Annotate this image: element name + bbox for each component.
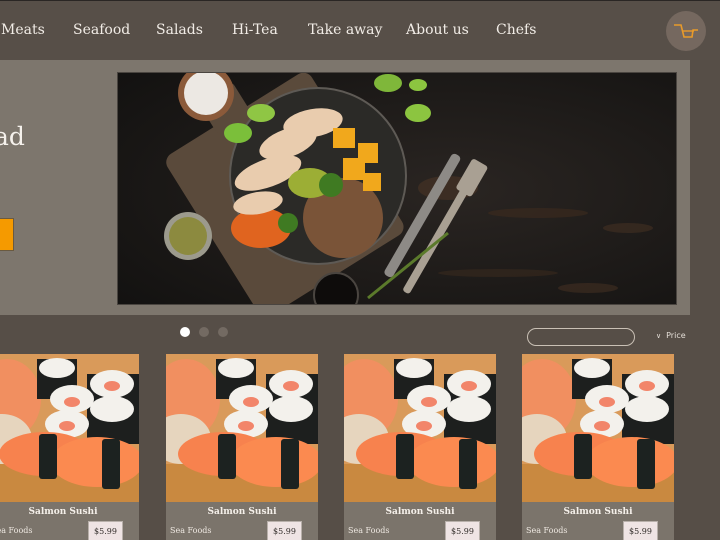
product-category: Sea Foods [170, 526, 212, 535]
product-card[interactable]: Salmon Sushi Sea Foods $5.99 [0, 354, 139, 540]
slider-dot-2[interactable] [199, 327, 209, 337]
product-name: Salmon Sushi [563, 507, 633, 517]
hero-cta-button[interactable] [0, 218, 14, 251]
product-name: Salmon Sushi [385, 507, 455, 517]
product-card[interactable]: Salmon Sushi Sea Foods $5.99 [166, 354, 318, 540]
nav-item-meats[interactable]: Meats [1, 22, 45, 38]
nav-item-about-us[interactable]: About us [406, 22, 469, 38]
nav-item-hi-tea[interactable]: Hi-Tea [232, 22, 278, 38]
nav-item-seafood[interactable]: Seafood [73, 22, 130, 38]
sort-label: Price [666, 331, 686, 340]
product-price-button[interactable]: $5.99 [445, 521, 480, 540]
hero-slider-dots [180, 327, 228, 337]
product-image[interactable] [522, 354, 674, 502]
shopping-cart-icon [674, 24, 698, 38]
product-name: Salmon Sushi [28, 507, 98, 517]
product-price-button[interactable]: $5.99 [88, 521, 123, 540]
product-card[interactable]: Salmon Sushi Sea Foods $5.99 [344, 354, 496, 540]
salmon-sushi-image [166, 354, 318, 502]
nav-item-chefs[interactable]: Chefs [496, 22, 536, 38]
slider-dot-3[interactable] [218, 327, 228, 337]
product-image[interactable] [344, 354, 496, 502]
salmon-sushi-image [344, 354, 496, 502]
product-name: Salmon Sushi [207, 507, 277, 517]
product-category: Sea Foods [526, 526, 568, 535]
product-category: Sea Foods [348, 526, 390, 535]
slider-dot-1[interactable] [180, 327, 190, 337]
product-category: Sea Foods [0, 526, 33, 535]
product-price-button[interactable]: $5.99 [623, 521, 658, 540]
chevron-down-icon: ∨ [656, 332, 662, 340]
nav-item-salads[interactable]: Salads [156, 22, 203, 38]
cart-button[interactable] [666, 11, 706, 51]
product-card[interactable]: Salmon Sushi Sea Foods $5.99 [522, 354, 674, 540]
product-price-button[interactable]: $5.99 [267, 521, 302, 540]
salad-bowl-illustration [118, 73, 676, 304]
top-nav-bar: Meats Seafood Salads Hi-Tea Take away Ab… [0, 0, 720, 60]
product-search-input[interactable] [527, 328, 635, 346]
hero-heading: ad [0, 122, 25, 151]
hero-banner: ad [0, 60, 690, 315]
sort-price-dropdown[interactable]: ∨ Price [656, 331, 686, 340]
salmon-sushi-image [0, 354, 139, 502]
nav-item-take-away[interactable]: Take away [308, 22, 382, 38]
product-image[interactable] [166, 354, 318, 502]
product-image[interactable] [0, 354, 139, 502]
hero-image [117, 72, 677, 305]
salmon-sushi-image [522, 354, 674, 502]
